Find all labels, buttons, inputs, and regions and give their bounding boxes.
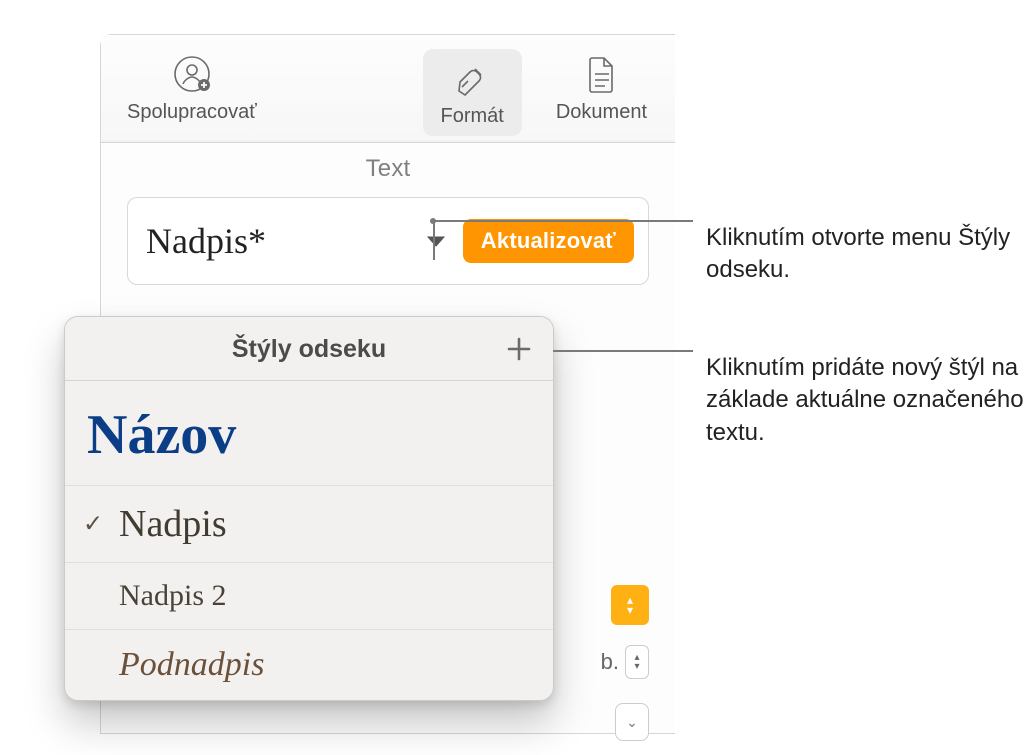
chevron-down-icon[interactable] xyxy=(423,228,449,254)
callout-line-1 xyxy=(433,220,693,222)
popover-title-text: Štýly odseku xyxy=(232,335,386,363)
style-item-heading-label: Nadpis xyxy=(119,502,227,546)
toolbar: Spolupracovať Formát xyxy=(101,35,675,143)
popover-title: Štýly odseku xyxy=(65,317,553,381)
style-item-heading2-label: Nadpis 2 xyxy=(119,579,227,613)
style-list: Názov ✓ Nadpis Nadpis 2 Podnadpis xyxy=(65,381,553,700)
format-icon xyxy=(451,57,493,99)
callout-line-1v xyxy=(433,220,435,260)
format-label: Formát xyxy=(441,105,504,128)
options-dropdown[interactable]: ⌄ xyxy=(615,703,649,741)
checkmark-icon: ✓ xyxy=(83,510,103,539)
callout-add-style-text: Kliknutím pridáte nový štýl na základe a… xyxy=(706,354,1024,446)
style-item-title[interactable]: Názov xyxy=(65,381,553,485)
collaborate-label: Spolupracovať xyxy=(127,101,257,124)
callout-open-menu-text: Kliknutím otvorte menu Štýly odseku. xyxy=(706,224,1010,283)
style-item-heading[interactable]: ✓ Nadpis xyxy=(65,485,553,562)
size-stepper[interactable] xyxy=(625,645,649,679)
paragraph-style-picker[interactable]: Nadpis* Aktualizovať xyxy=(127,197,649,285)
collaborate-icon xyxy=(171,53,213,95)
callout-open-menu: Kliknutím otvorte menu Štýly odseku. xyxy=(706,222,1016,287)
style-item-heading2[interactable]: Nadpis 2 xyxy=(65,562,553,629)
collaborate-button[interactable]: Spolupracovať xyxy=(117,49,267,124)
add-style-button[interactable] xyxy=(501,331,537,367)
document-label: Dokument xyxy=(556,101,647,124)
callout-add-style: Kliknutím pridáte nový štýl na základe a… xyxy=(706,352,1026,449)
format-button[interactable]: Formát xyxy=(423,49,522,136)
callout-line-2 xyxy=(538,350,693,352)
size-suffix: b. xyxy=(601,649,619,675)
style-item-subheading[interactable]: Podnadpis xyxy=(65,629,553,700)
document-icon xyxy=(580,53,622,95)
paragraph-styles-popover: Štýly odseku Názov ✓ Nadpis Nadpis 2 Pod… xyxy=(64,316,554,701)
document-button[interactable]: Dokument xyxy=(546,49,657,136)
style-item-title-label: Názov xyxy=(87,403,236,467)
current-style-name: Nadpis* xyxy=(146,220,417,262)
update-style-button[interactable]: Aktualizovať xyxy=(463,219,634,263)
color-stepper[interactable] xyxy=(611,585,649,625)
style-item-subheading-label: Podnadpis xyxy=(119,646,264,684)
text-section-header: Text xyxy=(101,143,675,197)
